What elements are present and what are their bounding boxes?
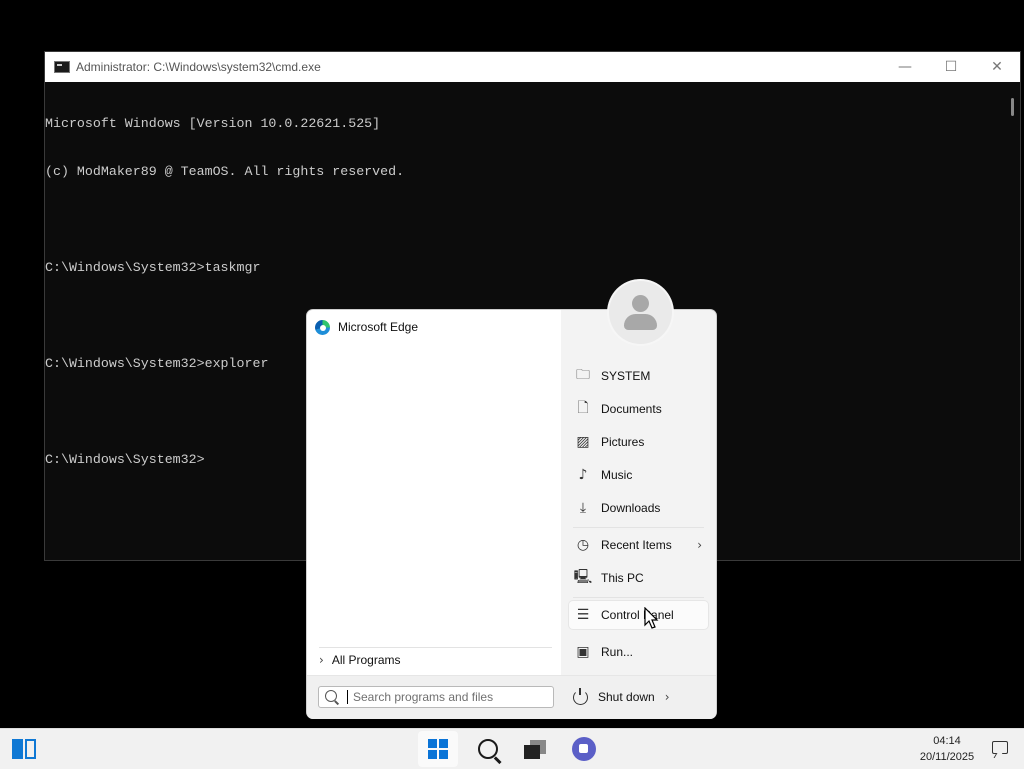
scrollbar-thumb[interactable] — [1011, 98, 1014, 116]
windows-logo-icon — [428, 739, 448, 759]
picture-icon: ▨ — [576, 434, 590, 450]
mouse-cursor-icon — [644, 607, 659, 629]
place-item-label: Documents — [601, 402, 662, 416]
document-icon: 🗋 — [577, 400, 589, 416]
chat-icon — [572, 737, 596, 761]
taskbar-search-button[interactable] — [468, 731, 508, 767]
window-controls: — ☐ ✕ — [882, 52, 1020, 82]
maximize-button[interactable]: ☐ — [928, 52, 974, 82]
all-programs-label: All Programs — [331, 653, 401, 667]
cmd-titlebar[interactable]: Administrator: C:\Windows\system32\cmd.e… — [45, 52, 1020, 82]
run-icon: ▣ — [576, 644, 590, 660]
console-line: Microsoft Windows [Version 10.0.22621.52… — [45, 116, 381, 131]
place-item-system[interactable]: 🗀 SYSTEM — [569, 362, 708, 390]
task-view-button[interactable] — [516, 731, 556, 767]
text-caret — [347, 690, 348, 704]
place-item-this-pc[interactable]: 🖳 This PC — [569, 564, 708, 592]
chat-button[interactable] — [564, 731, 604, 767]
menu-separator — [573, 597, 704, 598]
task-view-icon — [524, 738, 548, 760]
place-item-pictures[interactable]: ▨ Pictures — [569, 428, 708, 456]
place-item-control-panel[interactable]: ☰ Control Panel — [569, 601, 708, 629]
place-item-music[interactable]: ♪ Music — [569, 461, 708, 489]
pinned-item-edge[interactable]: Microsoft Edge — [315, 317, 418, 337]
user-shoulders-icon — [624, 314, 657, 330]
programs-pane: Microsoft Edge › All Programs — [307, 310, 561, 675]
clock-time: 04:14 — [933, 735, 961, 747]
console-line: (c) ModMaker89 @ TeamOS. All rights rese… — [45, 164, 405, 179]
start-menu: Microsoft Edge › All Programs 🗀 SYSTEM 🗋… — [307, 281, 716, 719]
user-avatar[interactable] — [609, 281, 672, 344]
clock-date: 20/11/2025 — [919, 751, 975, 763]
chevron-right-icon[interactable]: › — [665, 690, 670, 704]
clock-icon: ◷ — [576, 537, 590, 553]
shutdown-button[interactable]: Shut down › — [573, 686, 678, 708]
shutdown-label: Shut down — [598, 690, 655, 704]
all-programs-button[interactable]: › All Programs — [319, 647, 552, 672]
place-item-label: Recent Items — [601, 538, 672, 552]
user-folder-icon: 🗀 — [576, 367, 590, 383]
user-head-icon — [632, 295, 649, 312]
console-scrollbar[interactable] — [1004, 82, 1020, 560]
chevron-right-icon: › — [319, 653, 324, 667]
start-menu-footer: Shut down › — [307, 675, 716, 719]
system-clock[interactable]: 04:14 20/11/2025 — [912, 733, 982, 765]
place-item-run[interactable]: ▣ Run... — [569, 638, 708, 666]
edge-icon — [315, 319, 330, 335]
console-line: C:\Windows\System32>taskmgr — [45, 260, 261, 275]
search-box[interactable] — [318, 686, 554, 708]
computer-icon: 🖳 — [573, 569, 593, 585]
close-button[interactable]: ✕ — [974, 52, 1020, 82]
place-item-label: Downloads — [601, 501, 661, 515]
control-panel-icon: ☰ — [576, 607, 590, 623]
search-input[interactable] — [353, 687, 543, 707]
start-button[interactable] — [418, 731, 458, 767]
notification-icon[interactable] — [992, 741, 1008, 754]
search-icon — [478, 739, 498, 759]
taskbar: 04:14 20/11/2025 — [0, 728, 1024, 769]
cmd-app-icon — [54, 61, 70, 73]
place-item-label: SYSTEM — [601, 369, 651, 383]
menu-separator — [573, 527, 704, 528]
download-icon: ⤓ — [579, 500, 587, 516]
place-item-label: Pictures — [601, 435, 645, 449]
minimize-button[interactable]: — — [882, 52, 928, 82]
place-item-label: Control Panel — [601, 608, 674, 622]
search-icon — [325, 690, 337, 702]
pinned-item-label: Microsoft Edge — [338, 320, 419, 334]
place-item-recent-items[interactable]: ◷ Recent Items › — [569, 531, 708, 559]
cmd-window-title: Administrator: C:\Windows\system32\cmd.e… — [76, 60, 321, 74]
place-item-downloads[interactable]: ⤓ Downloads — [569, 494, 708, 522]
power-icon — [573, 687, 588, 705]
place-item-documents[interactable]: 🗋 Documents — [569, 395, 708, 423]
chevron-right-icon: › — [697, 538, 702, 552]
music-icon: ♪ — [578, 467, 588, 483]
place-item-label: Music — [601, 468, 633, 482]
place-item-label: Run... — [601, 645, 634, 659]
widgets-icon[interactable] — [12, 739, 36, 759]
place-item-label: This PC — [601, 571, 644, 585]
